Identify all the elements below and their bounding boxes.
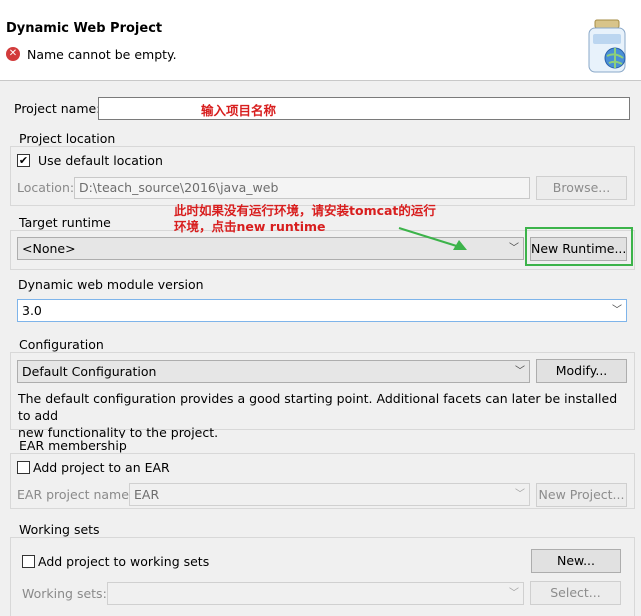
use-default-location-label: Use default location — [38, 153, 163, 168]
runtime-annotation-line2: 环境，点击new runtime — [174, 219, 326, 234]
add-to-working-sets-checkbox[interactable] — [22, 555, 35, 568]
target-runtime-value: <None> — [22, 241, 76, 256]
wizard-title: Dynamic Web Project — [6, 21, 163, 36]
ear-membership-group-label: EAR membership — [18, 438, 128, 453]
chevron-down-icon: ﹀ — [509, 243, 519, 254]
working-sets-label: Working sets: — [22, 586, 107, 601]
configuration-group-label: Configuration — [18, 337, 105, 352]
configuration-value: Default Configuration — [22, 364, 157, 379]
add-to-ear-checkbox[interactable] — [17, 461, 30, 474]
error-icon: ✕ — [6, 47, 20, 61]
working-sets-group-label: Working sets — [18, 522, 101, 537]
new-runtime-button[interactable]: New Runtime... — [530, 237, 627, 261]
chevron-down-icon: ﹀ — [509, 588, 519, 599]
new-project-button[interactable]: New Project... — [536, 483, 627, 507]
select-working-sets-button[interactable]: Select... — [530, 581, 621, 605]
chevron-down-icon: ﹀ — [515, 489, 525, 500]
target-runtime-group-label: Target runtime — [18, 215, 112, 230]
error-message: Name cannot be empty. — [27, 47, 177, 62]
project-name-label: Project name: — [14, 101, 101, 116]
configuration-description-line1: The default configuration provides a goo… — [18, 391, 618, 423]
add-to-ear-label: Add project to an EAR — [33, 460, 170, 475]
working-sets-select[interactable]: ﹀ — [107, 582, 524, 605]
new-working-set-button[interactable]: New... — [531, 549, 621, 573]
location-label: Location: — [17, 180, 75, 195]
project-name-annotation: 输入项目名称 — [201, 103, 277, 118]
browse-button[interactable]: Browse... — [536, 176, 627, 200]
chevron-down-icon: ﹀ — [612, 305, 622, 316]
add-to-working-sets-label: Add project to working sets — [38, 554, 210, 569]
module-version-value: 3.0 — [22, 303, 42, 318]
wizard-header — [0, 0, 641, 81]
project-location-group-label: Project location — [18, 131, 117, 146]
use-default-location-checkbox[interactable]: ✔ — [17, 154, 30, 167]
ear-project-select[interactable]: EAR ﹀ — [129, 483, 530, 506]
location-input[interactable]: D:\teach_source\2016\java_web — [74, 177, 530, 199]
module-version-label: Dynamic web module version — [18, 277, 204, 292]
chevron-down-icon: ﹀ — [515, 366, 525, 377]
web-project-jar-icon — [588, 19, 626, 73]
configuration-select[interactable]: Default Configuration ﹀ — [17, 360, 530, 383]
ear-project-name-label: EAR project name: — [17, 487, 134, 502]
modify-button[interactable]: Modify... — [536, 359, 627, 383]
ear-project-value: EAR — [134, 487, 160, 502]
configuration-description: The default configuration provides a goo… — [18, 390, 633, 441]
module-version-select[interactable]: 3.0 ﹀ — [17, 299, 627, 322]
annotation-arrow — [398, 227, 467, 250]
project-name-input[interactable] — [98, 97, 630, 120]
